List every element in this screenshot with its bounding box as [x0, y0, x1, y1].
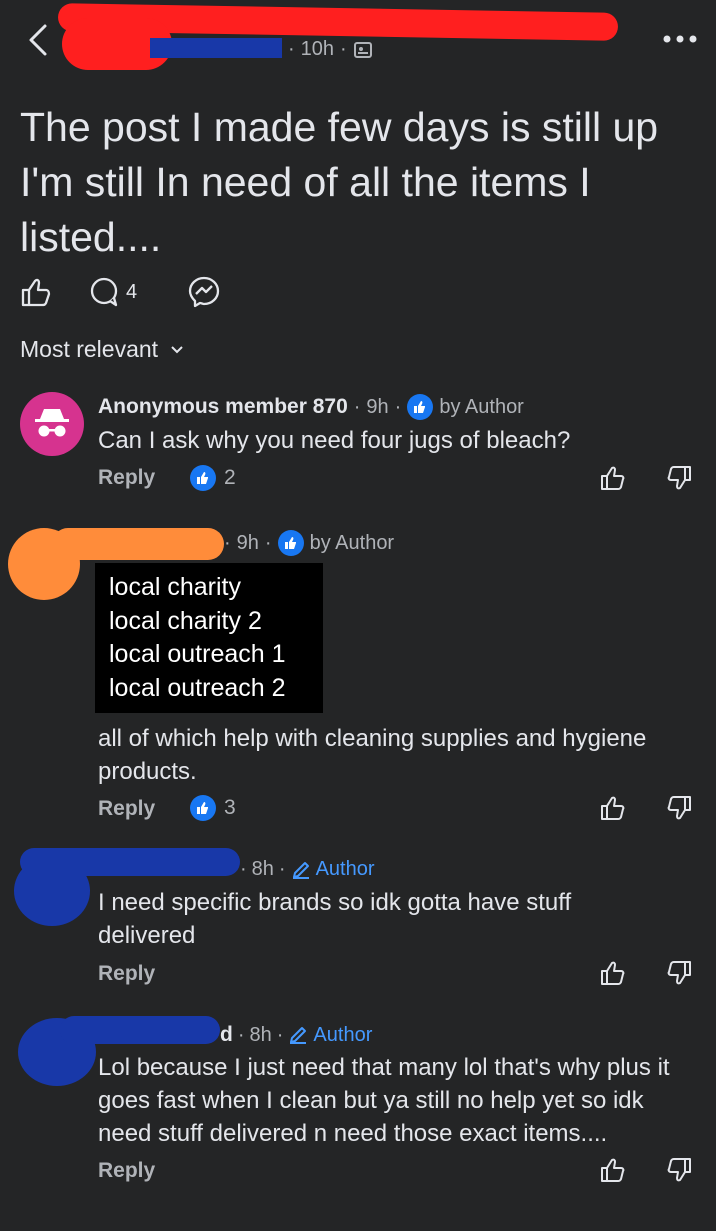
- chevron-left-icon: [29, 24, 47, 56]
- thumbs-down-icon: [667, 961, 691, 985]
- like-button[interactable]: [16, 274, 56, 310]
- thumbs-down-icon: [667, 466, 691, 490]
- thumbs-down-icon: [667, 796, 691, 820]
- comment-dislike-button[interactable]: [662, 792, 696, 824]
- thumbs-up-icon: [21, 278, 51, 307]
- list-item: local charity 2: [109, 606, 262, 635]
- back-button[interactable]: [20, 20, 56, 60]
- reply-button[interactable]: Reply: [98, 962, 155, 986]
- comment-text: Can I ask why you need four jugs of blea…: [98, 427, 571, 454]
- liked-by-author: by Author: [439, 395, 524, 418]
- reply-button[interactable]: Reply: [98, 1159, 155, 1183]
- comment-count: 4: [126, 280, 138, 303]
- comment-header: d · 8h · Author: [220, 1023, 373, 1046]
- post-time: 10h: [300, 38, 335, 60]
- thumbs-down-icon: [667, 1158, 691, 1182]
- redaction-mark: [60, 1016, 220, 1044]
- sort-label: Most relevant: [20, 336, 159, 362]
- comment-text: I need specific brands so idk gotta have…: [98, 889, 572, 949]
- author-badge: Author: [313, 1023, 373, 1046]
- list-item: local outreach 1: [109, 640, 286, 668]
- thumbs-up-icon: [601, 796, 625, 820]
- reply-button[interactable]: Reply: [98, 466, 155, 490]
- list-item: local outreach 2: [109, 673, 286, 702]
- comment-icon: [90, 277, 118, 307]
- sort-dropdown[interactable]: Most relevant: [20, 336, 184, 363]
- comment-text: all of which help with cleaning supplies…: [98, 725, 647, 785]
- more-icon: [663, 35, 697, 43]
- reaction-count[interactable]: 3: [190, 795, 236, 821]
- list-item: local charity: [109, 573, 241, 601]
- messenger-share-button[interactable]: [184, 274, 224, 310]
- thumbs-up-badge-icon: [277, 530, 304, 556]
- thumbs-up-badge-icon: [190, 795, 216, 821]
- messenger-icon: [188, 276, 220, 308]
- anonymous-icon: [35, 409, 69, 437]
- thumbs-up-badge-icon: [407, 394, 434, 420]
- redaction-mark: [52, 528, 224, 560]
- thumbs-up-icon: [601, 961, 625, 985]
- redacted-list-box: local charity local charity 2 local outr…: [95, 563, 323, 713]
- avatar[interactable]: [20, 392, 84, 456]
- comment-header: · 8h · Author: [240, 858, 375, 880]
- comment-dislike-button[interactable]: [662, 1154, 696, 1186]
- audience-icon: [353, 41, 372, 58]
- comment-time: 8h: [251, 858, 274, 880]
- comment-time: 9h: [366, 395, 389, 418]
- comment-time: 9h: [236, 531, 259, 554]
- reply-button[interactable]: Reply: [98, 797, 155, 821]
- thumbs-up-badge-icon: [190, 465, 216, 491]
- comment-like-button[interactable]: [596, 957, 630, 989]
- comment-header: · 9h · by Author: [224, 530, 394, 556]
- comment-dislike-button[interactable]: [662, 957, 696, 989]
- thumbs-up-icon: [601, 466, 625, 490]
- more-options-button[interactable]: [655, 24, 705, 54]
- comment-author[interactable]: Anonymous member 870: [98, 395, 348, 419]
- redaction-mark: [150, 38, 282, 58]
- comment-like-button[interactable]: [596, 1154, 630, 1186]
- liked-by-author: by Author: [309, 531, 395, 554]
- post-meta: · 10h ·: [288, 38, 373, 61]
- chevron-down-icon: [171, 345, 183, 353]
- comment-time: 8h: [249, 1023, 272, 1046]
- reaction-count[interactable]: 2: [190, 465, 236, 491]
- pencil-icon: [290, 1027, 307, 1044]
- author-badge: Author: [315, 858, 375, 880]
- comment-like-button[interactable]: [596, 462, 630, 494]
- pencil-icon: [292, 861, 309, 879]
- redaction-mark: [20, 848, 240, 876]
- post-title: The post I made few days is still up I'm…: [20, 104, 659, 260]
- comment-text: Lol because I just need that many lol th…: [98, 1054, 670, 1147]
- comment-header: Anonymous member 870 · 9h · by Author: [98, 394, 524, 420]
- thumbs-up-icon: [601, 1158, 625, 1182]
- comment-dislike-button[interactable]: [662, 462, 696, 494]
- comment-like-button[interactable]: [596, 792, 630, 824]
- comment-button[interactable]: 4: [88, 274, 152, 310]
